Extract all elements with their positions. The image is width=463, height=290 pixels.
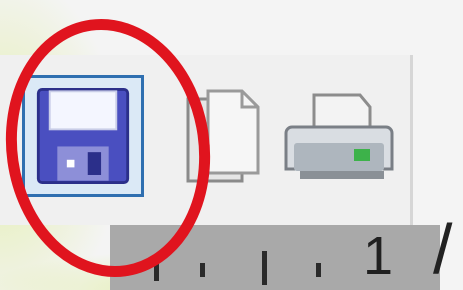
copy-icon <box>186 89 260 183</box>
floppy-disk-icon <box>36 87 130 185</box>
ruler-number: 1 <box>363 226 394 286</box>
screenshot-crop: 1 / <box>0 0 463 290</box>
ruler-tick <box>200 263 205 277</box>
ruler-tick <box>316 263 321 277</box>
ruler-tick <box>154 255 159 281</box>
print-button[interactable] <box>280 77 398 195</box>
ruler-edge-slash: / <box>433 210 453 288</box>
toolbar <box>0 55 413 225</box>
save-button[interactable] <box>22 75 144 197</box>
copy-button[interactable] <box>168 77 286 195</box>
printer-icon <box>284 93 394 179</box>
ruler-tick <box>262 251 267 285</box>
